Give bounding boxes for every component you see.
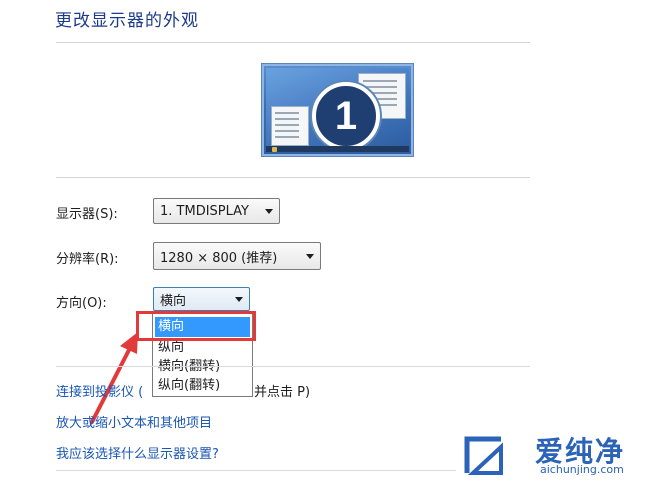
orientation-option-portrait-flipped[interactable]: 纵向(翻转): [155, 376, 250, 396]
display-settings-help-link[interactable]: 我应该选择什么显示器设置?: [56, 443, 219, 462]
bottom-separator: [56, 470, 456, 471]
display-select-value: 1. TMDISPLAY: [160, 203, 249, 219]
orientation-label: 方向(O):: [56, 296, 107, 311]
start-icon: [272, 147, 277, 152]
annotation-highlight-box: [136, 311, 256, 341]
connect-projector-link[interactable]: 连接到投影仪 (: [56, 381, 143, 400]
resolution-select[interactable]: 1280 × 800 (推荐): [153, 242, 321, 270]
resolution-label: 分辨率(R):: [56, 252, 119, 267]
text-size-link[interactable]: 放大或缩小文本和其他项目: [56, 412, 212, 431]
orientation-select-value: 横向: [160, 293, 187, 309]
monitor-taskbar: [266, 146, 409, 152]
logo-icon: [464, 436, 503, 475]
separator: [56, 366, 530, 367]
page-title: 更改显示器的外观: [55, 11, 199, 31]
orientation-option-portrait[interactable]: 纵向: [155, 338, 250, 358]
projector-hint-text: 并点击 P): [254, 385, 311, 400]
watermark-en: aichunjing.com: [540, 463, 624, 476]
orientation-select[interactable]: 横向: [153, 287, 250, 311]
chevron-down-icon: [265, 208, 273, 214]
display-select[interactable]: 1. TMDISPLAY: [153, 198, 280, 224]
chevron-down-icon: [235, 296, 243, 302]
resolution-select-value: 1280 × 800 (推荐): [160, 250, 278, 266]
monitor-preview[interactable]: 1: [261, 63, 414, 157]
display-label: 显示器(S):: [56, 207, 118, 222]
connect-projector-link-text: 连接到投影仪 (: [56, 385, 144, 400]
chevron-down-icon: [306, 253, 314, 259]
monitor-screen: 1: [266, 68, 409, 152]
orientation-option-landscape-flipped[interactable]: 横向(翻转): [155, 357, 250, 377]
monitor-number-badge: 1: [312, 82, 380, 150]
monitor-window-left: [271, 106, 309, 146]
